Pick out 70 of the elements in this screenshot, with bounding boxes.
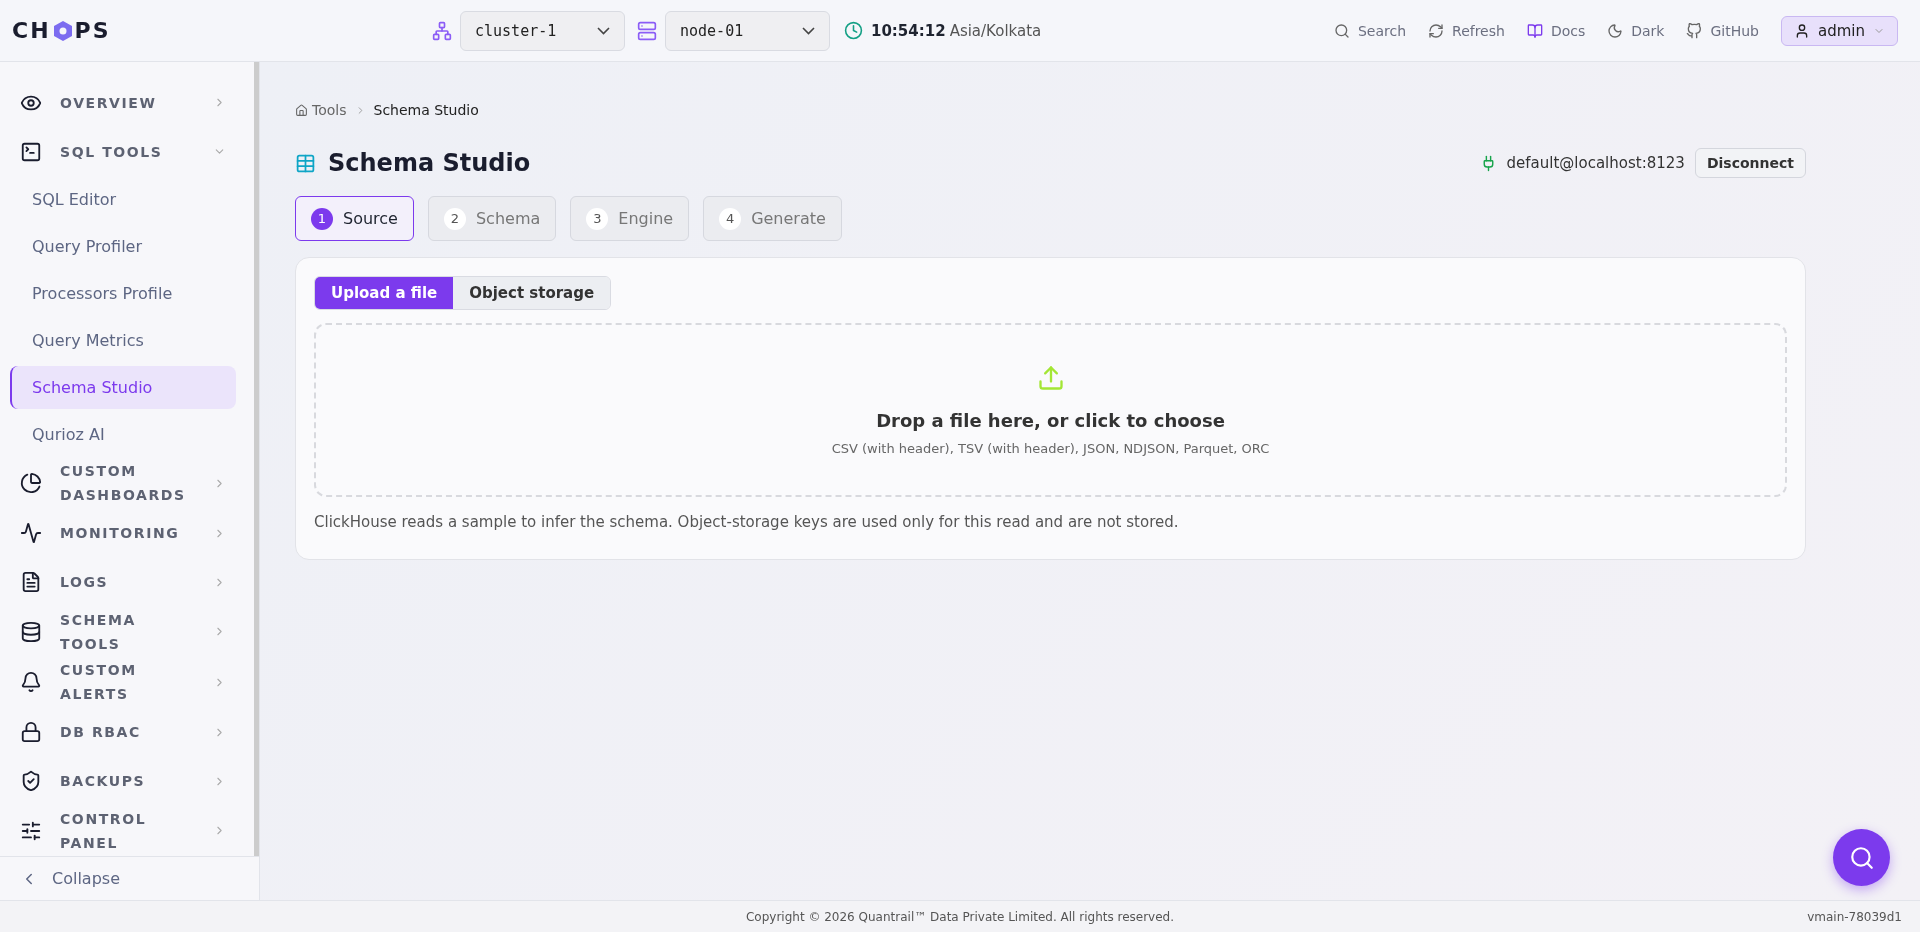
table-icon xyxy=(295,152,316,174)
dropzone-formats: CSV (with header), TSV (with header), JSON, NDJSON, Parquet, ORC xyxy=(831,441,1270,456)
sidebar-group[interactable]: BACKUPS xyxy=(10,756,236,806)
github-button[interactable]: GitHub xyxy=(1686,22,1759,39)
step-tab[interactable]: 3 Engine xyxy=(570,196,690,241)
sidebar-group[interactable]: CONTROL PANEL xyxy=(10,805,236,856)
book-icon xyxy=(1526,22,1543,39)
sidebar-item[interactable]: Processors Profile xyxy=(10,272,236,315)
breadcrumb-current: Schema Studio xyxy=(373,102,479,118)
copyright-text: Copyright © 2026 Quantrail™ Data Private Limited. All rights reserved. xyxy=(745,909,1175,924)
file-icon xyxy=(20,571,42,593)
connection-label: default@localhost:8123 xyxy=(1506,154,1685,172)
step-tab[interactable]: 1 Source xyxy=(295,196,414,241)
clock-icon xyxy=(844,21,863,40)
database-icon xyxy=(20,620,42,643)
pie-chart-icon xyxy=(20,472,42,495)
user-icon xyxy=(1794,22,1810,39)
sidebar-group[interactable]: LOGS xyxy=(10,557,236,607)
refresh-button[interactable]: Refresh xyxy=(1428,22,1505,39)
clock-time: 10:54:12 xyxy=(871,22,946,40)
logo-text: CH xyxy=(12,18,51,43)
dropzone-title: Drop a file here, or click to choose xyxy=(876,410,1225,431)
docs-button[interactable]: Docs xyxy=(1526,22,1586,39)
github-icon xyxy=(1686,22,1703,39)
refresh-icon xyxy=(1428,22,1445,39)
bell-icon xyxy=(20,671,42,694)
file-dropzone[interactable]: Drop a file here, or click to choose CSV (with header), TSV (with header), JSON, NDJSON, Parquet, ORC xyxy=(314,323,1787,497)
sidebar-item[interactable]: Qurioz AI xyxy=(10,413,236,456)
dropdown-select[interactable]: cluster-1 xyxy=(460,10,625,51)
shield-icon xyxy=(20,770,42,792)
chevron-down-icon xyxy=(802,26,815,35)
network-icon xyxy=(432,20,452,41)
search-button[interactable]: Search xyxy=(1333,22,1407,39)
sidebar-group[interactable]: CUSTOM ALERTS xyxy=(10,657,236,708)
user-menu-button[interactable]: admin xyxy=(1781,15,1898,46)
breadcrumb-link[interactable]: Tools xyxy=(295,102,347,118)
sidebar-group[interactable]: DB RBAC xyxy=(10,707,236,757)
upload-icon xyxy=(1036,364,1065,392)
version-text: vmain-78039d1 xyxy=(1807,909,1902,924)
hexagon-logo-icon xyxy=(52,19,73,42)
time-zone: Asia/Kolkata xyxy=(949,22,1042,40)
chevron-down-icon xyxy=(597,26,610,35)
sidebar-group[interactable]: SQL TOOLS xyxy=(10,127,236,176)
logo-text: PS xyxy=(74,18,111,43)
source-tab[interactable]: Object storage xyxy=(453,277,611,309)
info-note: ClickHouse reads a sample to infer the schema. Object-storage keys are used only for this read and are not stored. xyxy=(314,513,1180,531)
sidebar-group[interactable]: CUSTOM DASHBOARDS xyxy=(10,458,236,509)
terminal-icon xyxy=(20,140,42,163)
sliders-icon xyxy=(20,819,42,842)
theme-button[interactable]: Dark xyxy=(1607,22,1665,39)
sidebar-item[interactable]: Query Metrics xyxy=(10,319,236,362)
sidebar-item[interactable]: Query Profiler xyxy=(10,225,236,268)
pulse-icon xyxy=(20,522,42,544)
search-icon xyxy=(1848,844,1875,871)
sidebar-item[interactable]: SQL Editor xyxy=(10,178,236,221)
step-tab[interactable]: 2 Schema xyxy=(427,196,557,241)
sidebar-group[interactable]: MONITORING xyxy=(10,508,236,558)
step-tab[interactable]: 4 Generate xyxy=(703,196,842,241)
source-tab[interactable]: Upload a file xyxy=(315,277,454,309)
server-icon xyxy=(637,20,657,41)
home-icon xyxy=(295,103,308,117)
search-icon xyxy=(1333,22,1350,39)
sidebar-group[interactable]: OVERVIEW xyxy=(10,78,236,127)
lock-icon xyxy=(20,721,42,743)
page-title: Schema Studio xyxy=(328,149,531,177)
moon-icon xyxy=(1607,22,1624,39)
disconnect-button[interactable]: Disconnect xyxy=(1694,148,1806,178)
sidebar-group[interactable]: SCHEMA TOOLS xyxy=(10,606,236,657)
sidebar-item[interactable]: Schema Studio xyxy=(10,366,236,409)
dropdown-select[interactable]: node-01 xyxy=(665,10,830,51)
